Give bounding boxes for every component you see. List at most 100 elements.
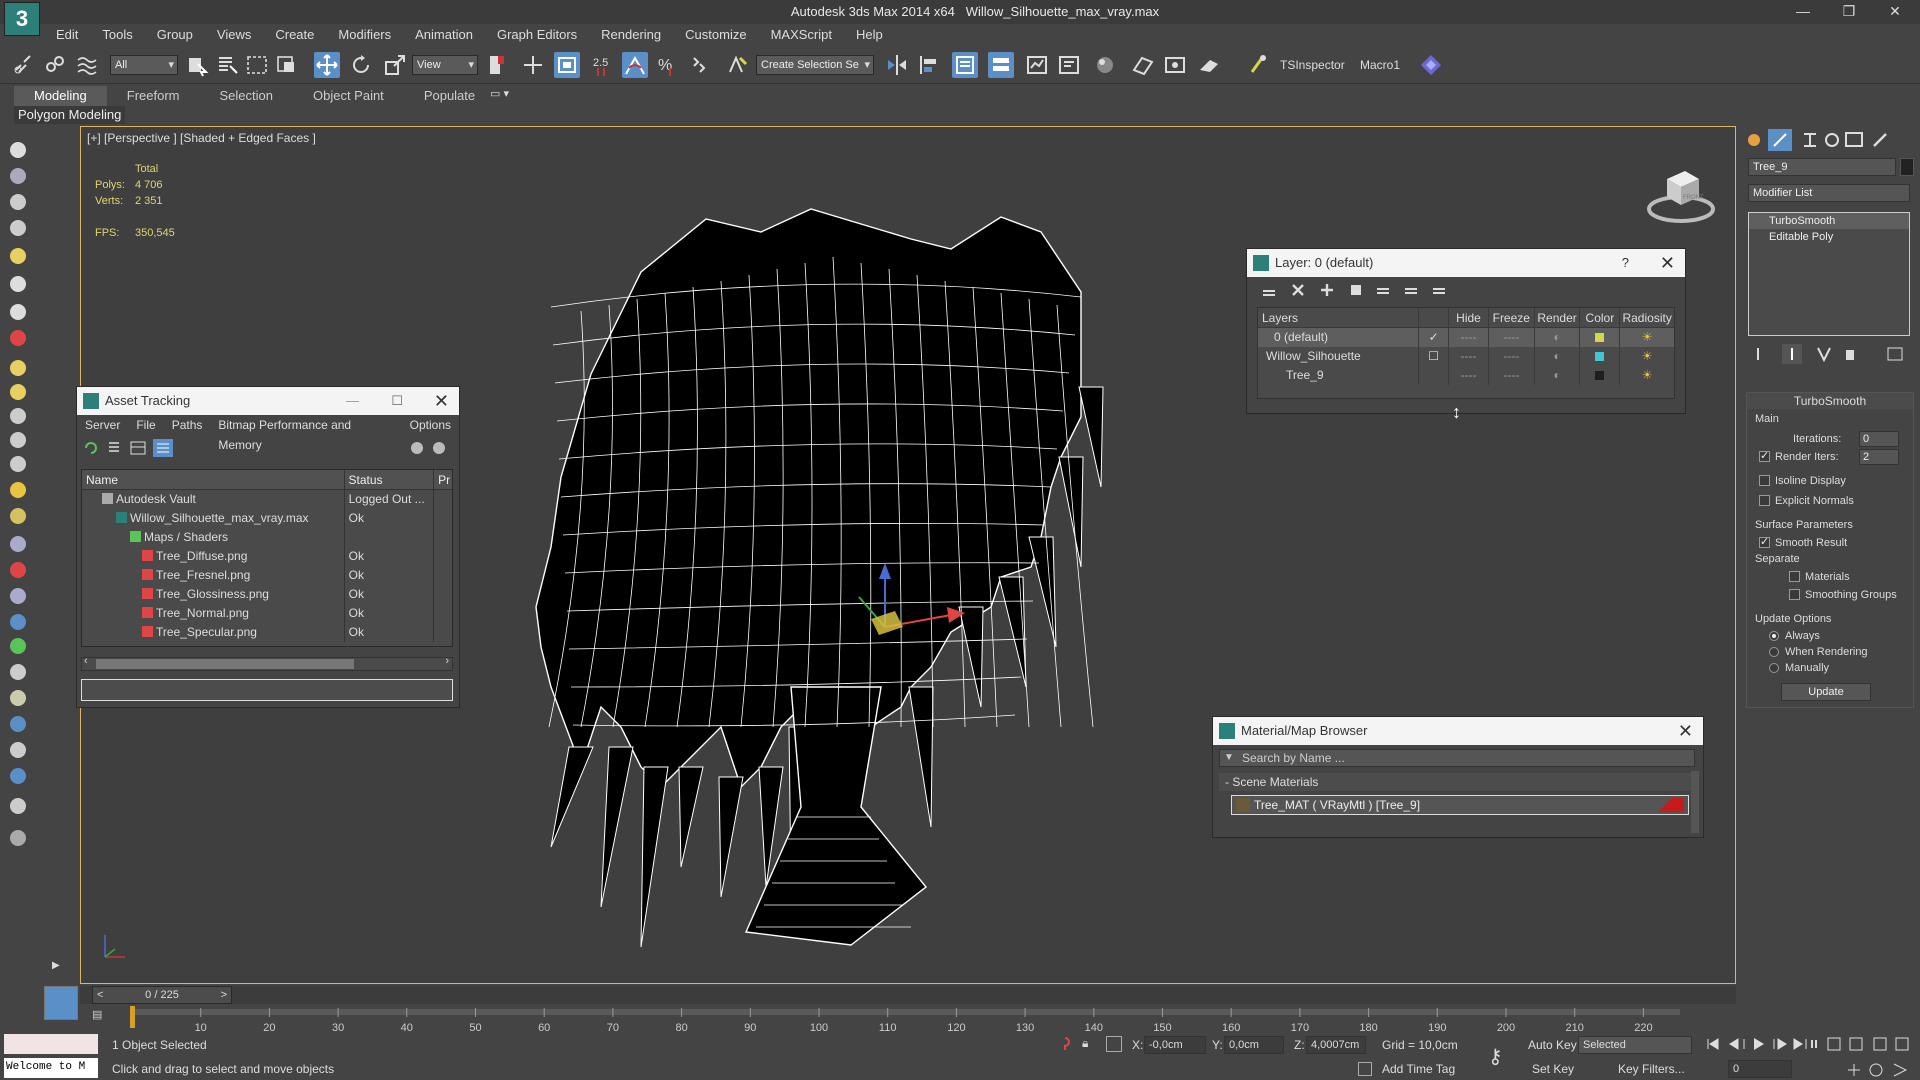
shell-icon[interactable] [10, 690, 26, 706]
material-browser-titlebar[interactable]: Material/Map Browser ✕ [1213, 717, 1703, 745]
ribbon-tab-selection[interactable]: Selection [200, 86, 293, 106]
material-map-browser[interactable]: Material/Map Browser ✕ ▼ Search by Name … [1212, 716, 1704, 838]
material-browser-close-icon[interactable]: ✕ [1678, 717, 1693, 745]
select-and-scale-icon[interactable] [382, 52, 408, 78]
spinner-snap-icon[interactable] [686, 52, 712, 78]
layer-name-cell[interactable]: Tree_9 [1258, 366, 1420, 385]
highlight-layer-icon[interactable] [1377, 288, 1389, 294]
select-link-icon[interactable] [10, 52, 36, 78]
asset-menu-options[interactable]: Options [402, 415, 459, 435]
utilities-tab-icon[interactable] [1873, 133, 1887, 147]
film-icon[interactable] [10, 330, 26, 346]
z-coord-field[interactable]: 4,0007cm [1306, 1036, 1366, 1054]
set-key-button[interactable]: Set Key [1532, 1062, 1574, 1076]
layer-row[interactable]: 0 (default) ✓ ---- ---- ◐ ☀ [1258, 328, 1674, 347]
asset-row[interactable]: Tree_Glossiness.png Ok [82, 585, 452, 604]
next-frame-icon[interactable]: > [221, 987, 227, 1003]
menu-modifiers[interactable]: Modifiers [326, 24, 403, 46]
layer-name-cell[interactable]: Willow_Silhouette [1258, 347, 1420, 366]
close-button[interactable]: ✕ [1872, 0, 1918, 24]
auto-key-button[interactable]: Auto Key [1528, 1038, 1577, 1052]
layer-help-icon[interactable]: ? [1622, 249, 1629, 277]
layer-color-swatch[interactable] [1580, 328, 1621, 347]
time-configuration-icon[interactable] [1895, 1037, 1909, 1051]
layer-row[interactable]: Tree_9 ---- ---- ◐ ☀ [1258, 366, 1674, 385]
stack-item-editable-poly[interactable]: Editable Poly [1749, 229, 1909, 245]
asset-menu-server[interactable]: Server [77, 415, 128, 435]
asset-row[interactable]: Tree_Diffuse.png Ok [82, 547, 452, 566]
ring-icon[interactable] [10, 408, 26, 424]
time-tag-icon[interactable] [1358, 1062, 1372, 1076]
asset-row[interactable]: Maps / Shaders [82, 528, 452, 547]
viewcube[interactable]: FRONT [1641, 157, 1721, 227]
network-icon[interactable] [10, 588, 26, 604]
tsinspector-label[interactable]: TSInspector [1280, 58, 1345, 72]
macro-diamond-icon[interactable] [1418, 52, 1444, 78]
edit-named-selection-icon[interactable] [724, 52, 750, 78]
pivot-center-icon[interactable] [484, 52, 510, 78]
remove-modifier-icon[interactable] [1846, 350, 1854, 360]
layer-row[interactable]: Willow_Silhouette ☐ ---- ---- ◐ ☀ [1258, 347, 1674, 366]
render-toggle-icon[interactable]: ◐ [1535, 328, 1581, 347]
cube-icon[interactable] [10, 798, 26, 814]
reference-coordinate-dropdown[interactable]: View [412, 55, 478, 75]
layers-icon[interactable] [10, 768, 26, 784]
material-browser-scrollbar[interactable] [1691, 771, 1699, 833]
ribbon-polygon-modeling[interactable]: Polygon Modeling [14, 106, 126, 124]
layer-col-color[interactable]: Color [1580, 308, 1621, 327]
create-layer-icon[interactable] [1263, 290, 1275, 296]
asset-help-icon[interactable] [411, 442, 423, 454]
smooth-result-checkbox[interactable] [1759, 535, 1770, 548]
render-toggle-icon[interactable]: ◐ [1535, 366, 1581, 385]
show-end-result-icon[interactable] [1782, 344, 1802, 364]
object-name-field[interactable]: Tree_9 [1748, 158, 1896, 176]
scene-materials-section[interactable]: - Scene Materials [1219, 773, 1691, 791]
select-object-icon[interactable] [184, 52, 210, 78]
make-unique-icon[interactable] [1817, 347, 1831, 363]
iterations-spinner[interactable]: 0 [1859, 431, 1899, 447]
plant-icon[interactable] [10, 638, 26, 654]
key-selection-dropdown[interactable]: Selected [1578, 1036, 1692, 1054]
configure-modifier-sets-icon[interactable] [1887, 347, 1903, 361]
material-editor-icon[interactable] [1092, 52, 1118, 78]
asset-grid-icon[interactable] [153, 439, 173, 457]
maxscript-listener-input[interactable] [4, 1034, 98, 1054]
notes-icon[interactable] [10, 194, 26, 210]
hide-toggle-icon[interactable]: ---- [1449, 328, 1489, 347]
render-iters-checkbox[interactable] [1759, 449, 1770, 462]
sun-icon[interactable] [10, 482, 26, 498]
delete-layer-icon[interactable] [1292, 284, 1304, 296]
mirror-icon[interactable] [884, 52, 910, 78]
menu-maxscript[interactable]: MAXScript [759, 24, 844, 46]
hierarchy-tab-icon[interactable] [1804, 133, 1816, 147]
absolute-mode-icon[interactable] [1106, 1036, 1122, 1052]
set-key-mode-icon[interactable]: ⚷ [1488, 1044, 1503, 1069]
hide-all-layers-icon[interactable] [1405, 288, 1417, 294]
layer-col-render[interactable]: Render [1535, 308, 1581, 327]
align-icon[interactable] [916, 52, 942, 78]
explicit-normals-checkbox[interactable] [1759, 495, 1770, 506]
isoline-display-checkbox[interactable] [1759, 475, 1770, 486]
layer-titlebar[interactable]: Layer: 0 (default) ? ✕ [1247, 249, 1685, 277]
layer-col-hide[interactable]: Hide [1449, 308, 1489, 327]
layer-name-cell[interactable]: 0 (default) [1258, 328, 1420, 347]
isolate-selection-icon[interactable] [1058, 1036, 1072, 1052]
angle-snap-icon[interactable] [622, 52, 648, 78]
asset-close-icon[interactable]: ✕ [434, 387, 449, 415]
asset-menu-bitmap-performance-and-memory[interactable]: Bitmap Performance and Memory [210, 415, 401, 452]
layer-color-swatch[interactable] [1580, 347, 1621, 366]
asset-menu-paths[interactable]: Paths [164, 415, 211, 435]
asset-col-status[interactable]: Status [345, 470, 435, 489]
bricks-icon[interactable] [10, 742, 26, 758]
set-current-layer-icon[interactable] [1419, 366, 1450, 385]
zoom-all-icon[interactable] [1849, 1037, 1863, 1051]
layer-col-radiosity[interactable]: Radiosity [1620, 308, 1674, 327]
rectangular-selection-icon[interactable] [244, 52, 270, 78]
bind-spacewarp-icon[interactable] [74, 52, 100, 78]
select-and-move-icon[interactable] [314, 52, 340, 78]
menu-tools[interactable]: Tools [90, 24, 144, 46]
next-frame-icon-btn[interactable] [1773, 1038, 1787, 1050]
render-production-icon[interactable] [1196, 52, 1222, 78]
cone-icon[interactable] [10, 456, 26, 472]
asset-col-path[interactable]: Pr [434, 470, 452, 489]
